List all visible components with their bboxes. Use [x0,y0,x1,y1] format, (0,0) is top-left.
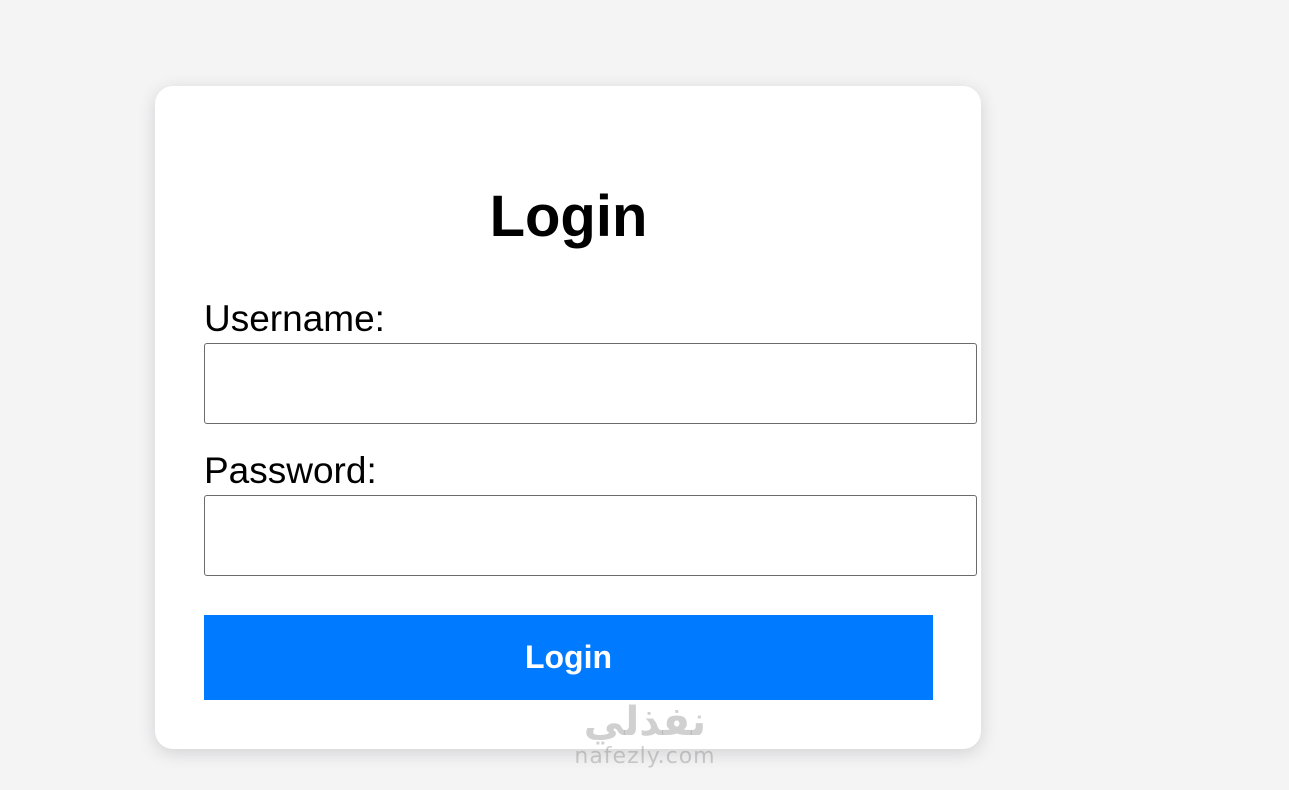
login-button[interactable]: Login [204,615,933,700]
username-input[interactable] [204,343,977,424]
login-card: Login Username: Password: Login [155,86,981,749]
password-input[interactable] [204,495,977,576]
password-label: Password: [204,450,377,491]
username-label: Username: [204,298,385,339]
page-title: Login [489,184,648,249]
